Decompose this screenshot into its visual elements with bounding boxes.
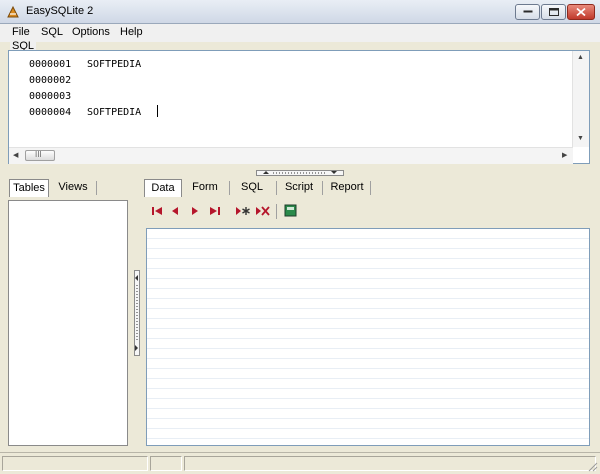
tab-sql[interactable]: SQL bbox=[232, 179, 272, 197]
menu-file[interactable]: File bbox=[12, 26, 30, 38]
minimize-button[interactable] bbox=[515, 4, 540, 20]
splitter-grip-icon bbox=[135, 275, 138, 351]
toolbar-divider bbox=[276, 204, 277, 219]
tab-form[interactable]: Form bbox=[186, 179, 224, 197]
line-number: 0000003 bbox=[29, 91, 72, 102]
tab-data[interactable]: Data bbox=[144, 179, 182, 197]
scroll-right-icon[interactable]: ▶ bbox=[562, 151, 567, 159]
maximize-icon bbox=[548, 8, 559, 16]
title-bar[interactable]: EasySQLite 2 bbox=[0, 0, 600, 24]
app-icon bbox=[7, 5, 19, 18]
scroll-down-icon[interactable]: ▼ bbox=[577, 135, 584, 142]
code-line[interactable]: SOFTPEDIA bbox=[87, 59, 141, 70]
sql-editor[interactable]: 0000001 0000002 0000003 0000004 SOFTPEDI… bbox=[8, 50, 590, 164]
menu-bar: File SQL Options Help bbox=[0, 24, 600, 42]
menu-sql[interactable]: SQL bbox=[41, 26, 63, 38]
tab-divider bbox=[322, 181, 323, 195]
tables-list[interactable] bbox=[8, 200, 128, 446]
window-title: EasySQLite 2 bbox=[26, 5, 94, 17]
line-number: 0000002 bbox=[29, 75, 72, 86]
thumb-grip: III bbox=[35, 150, 42, 159]
menu-options[interactable]: Options bbox=[72, 26, 110, 38]
close-button[interactable] bbox=[567, 4, 595, 20]
tab-views[interactable]: Views bbox=[53, 179, 93, 197]
tab-divider bbox=[276, 181, 277, 195]
tab-divider bbox=[229, 181, 230, 195]
horizontal-scroll-thumb[interactable]: III bbox=[25, 150, 55, 161]
text-caret bbox=[157, 105, 158, 117]
close-icon bbox=[576, 7, 586, 17]
line-number: 0000001 bbox=[29, 59, 72, 70]
line-number-gutter: 0000001 0000002 0000003 0000004 bbox=[9, 51, 83, 147]
horizontal-scrollbar[interactable]: ◀ III ▶ bbox=[9, 147, 573, 164]
minimize-icon bbox=[523, 10, 532, 13]
code-line[interactable]: SOFTPEDIA bbox=[87, 107, 141, 118]
status-panel bbox=[184, 456, 596, 471]
delete-record-icon[interactable] bbox=[254, 202, 272, 220]
scroll-left-icon[interactable]: ◀ bbox=[13, 151, 18, 159]
tab-script[interactable]: Script bbox=[279, 179, 319, 197]
tab-tables[interactable]: Tables bbox=[9, 179, 49, 197]
tab-divider bbox=[370, 181, 371, 195]
data-grid[interactable] bbox=[146, 228, 590, 446]
insert-record-icon[interactable] bbox=[234, 202, 252, 220]
vertical-scrollbar[interactable]: ▲ ▼ bbox=[572, 51, 589, 147]
resize-grip-icon[interactable] bbox=[586, 460, 598, 472]
tab-divider bbox=[96, 181, 97, 195]
maximize-button[interactable] bbox=[541, 4, 566, 20]
horizontal-splitter[interactable] bbox=[256, 170, 344, 176]
commit-icon[interactable] bbox=[282, 202, 300, 220]
next-record-icon[interactable] bbox=[186, 202, 204, 220]
splitter-grip-icon bbox=[263, 171, 337, 174]
last-record-icon[interactable] bbox=[206, 202, 224, 220]
status-bar bbox=[0, 452, 600, 474]
status-panel bbox=[2, 456, 148, 471]
tab-report[interactable]: Report bbox=[326, 179, 368, 197]
menu-help[interactable]: Help bbox=[120, 26, 143, 38]
first-record-icon[interactable] bbox=[148, 202, 166, 220]
line-number: 0000004 bbox=[29, 107, 72, 118]
prev-record-icon[interactable] bbox=[166, 202, 184, 220]
status-panel bbox=[150, 456, 182, 471]
scroll-up-icon[interactable]: ▲ bbox=[577, 54, 584, 61]
vertical-splitter[interactable] bbox=[134, 270, 140, 356]
